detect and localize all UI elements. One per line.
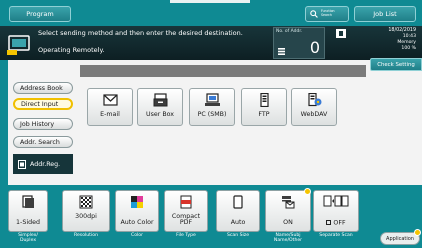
pc-smb-label: PC (SMB) [197, 111, 227, 118]
separate-scan-icon [323, 195, 349, 207]
webdav-label: WebDAV [300, 111, 328, 118]
webdav-button[interactable]: WebDAV [291, 88, 337, 126]
simplex-icon [22, 195, 34, 208]
color-icon [131, 196, 143, 208]
color-value: Auto Color [120, 219, 154, 227]
simplex-duplex-value: 1-Sided [16, 219, 40, 227]
function-search-button[interactable]: Function Search [305, 6, 349, 22]
name-subject-notification-dot [304, 188, 311, 195]
scan-size-value: Auto [230, 219, 246, 227]
color-button[interactable]: Auto Color [115, 190, 159, 232]
envelope-icon [102, 94, 118, 106]
top-bar: Program Function Search Job List [0, 0, 422, 25]
destination-input-field[interactable] [80, 65, 366, 77]
scan-size-button[interactable]: Auto [216, 190, 260, 232]
address-register-icon [18, 159, 26, 169]
menu-address-book[interactable]: Address Book [13, 82, 73, 94]
resolution-label: Resolution [73, 233, 98, 238]
pdf-icon [180, 195, 192, 209]
file-type-button[interactable]: Compact PDF [164, 190, 208, 232]
user-box-button[interactable]: User Box [137, 88, 183, 126]
memory-value: 100 % [401, 46, 416, 51]
menu-job-history[interactable]: Job History [13, 118, 73, 130]
message-bar: Select sending method and then enter the… [0, 26, 422, 60]
file-type-value: Compact PDF [171, 212, 201, 227]
program-button[interactable]: Program [9, 6, 71, 22]
ftp-label: FTP [258, 111, 270, 118]
mail-text-icon [282, 196, 295, 209]
email-button[interactable]: E-mail [87, 88, 133, 126]
ftp-icon [259, 93, 269, 107]
email-label: E-mail [100, 111, 120, 118]
job-list-button[interactable]: Job List [354, 6, 416, 22]
resolution-value: 300dpi [75, 213, 97, 221]
search-icon [310, 10, 318, 18]
addr-reg-button[interactable]: Addr.Reg. [13, 154, 73, 174]
name-subject-button[interactable]: ON [265, 190, 311, 232]
function-search-label: Function Search [321, 9, 335, 17]
checkbox-icon [326, 219, 332, 225]
separate-scan-button[interactable]: OFF [313, 190, 359, 232]
resolution-icon [79, 195, 93, 209]
name-subject-label: Name/Subj Name/Other [273, 233, 303, 244]
address-count-box[interactable]: No. of Addr. 0 [273, 27, 325, 59]
addr-reg-label: Addr.Reg. [30, 160, 61, 168]
list-icon [278, 48, 285, 55]
user-box-label: User Box [145, 111, 175, 118]
address-count-label: No. of Addr. [276, 29, 303, 34]
remote-status-message: Operating Remotely. [38, 46, 105, 54]
paper-tray-icon [336, 29, 346, 38]
application-notification-dot [414, 229, 421, 236]
separate-scan-value: OFF [314, 213, 358, 227]
check-setting-button[interactable]: Check Setting [370, 58, 422, 71]
menu-addr-search[interactable]: Addr. Search [13, 136, 73, 148]
user-box-icon [153, 93, 167, 107]
menu-direct-input[interactable]: Direct Input [13, 98, 73, 110]
pc-icon [204, 93, 220, 106]
simplex-duplex-label: Simplex/ Duplex [18, 233, 38, 244]
page-icon [233, 195, 243, 209]
separate-scan-label: Separate Scan [319, 233, 353, 238]
pc-smb-button[interactable]: PC (SMB) [189, 88, 235, 126]
top-tab-strip [170, 0, 250, 3]
address-count-value: 0 [309, 38, 320, 57]
scanner-status-icon [7, 35, 30, 55]
scan-size-label: Scan Size [226, 233, 250, 238]
file-type-label: File Type [176, 233, 196, 238]
webdav-icon [307, 93, 321, 107]
ftp-button[interactable]: FTP [241, 88, 287, 126]
resolution-button[interactable]: 300dpi [62, 190, 110, 232]
status-panel: 18/02/2019 10:43 Memory 100 % [364, 28, 416, 52]
color-label: Color [131, 233, 143, 238]
instruction-message: Select sending method and then enter the… [38, 29, 243, 37]
simplex-duplex-button[interactable]: 1-Sided [8, 190, 48, 232]
name-subject-value: ON [283, 219, 293, 227]
